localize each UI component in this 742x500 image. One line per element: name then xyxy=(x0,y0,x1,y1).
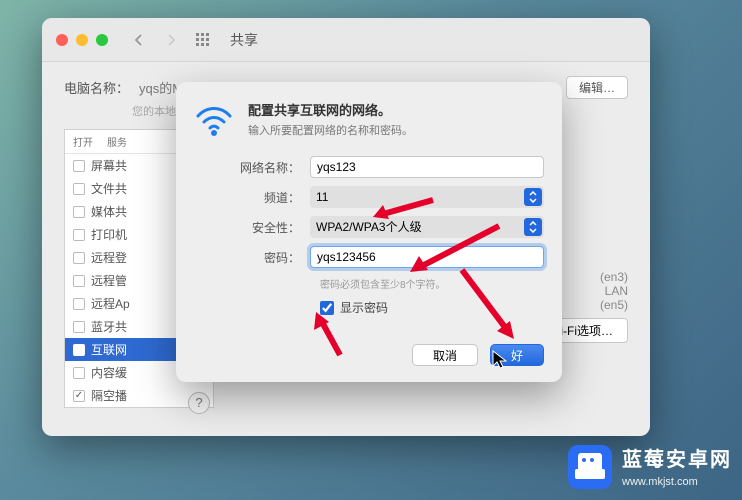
minimize-icon[interactable] xyxy=(76,34,88,46)
configure-network-sheet: 配置共享互联网的网络。 输入所要配置网络的名称和密码。 网络名称： 频道： 11… xyxy=(176,82,562,382)
watermark: 蓝莓安卓网www.mkjst.com xyxy=(568,443,732,490)
password-input[interactable] xyxy=(310,246,544,268)
watermark-logo-icon xyxy=(568,445,612,489)
zoom-icon[interactable] xyxy=(96,34,108,46)
computer-name-label: 电脑名称： xyxy=(64,78,129,97)
show-password-input[interactable] xyxy=(320,301,334,315)
cursor-icon xyxy=(492,350,508,370)
back-button[interactable] xyxy=(126,29,152,51)
forward-button[interactable] xyxy=(158,29,184,51)
grid-icon[interactable] xyxy=(190,29,216,51)
edit-button[interactable]: 编辑… xyxy=(566,76,628,99)
window-title: 共享 xyxy=(230,30,258,50)
wifi-icon xyxy=(194,100,234,140)
network-name-input[interactable] xyxy=(310,156,544,178)
security-select[interactable]: WPA2/WPA3个人级 xyxy=(310,216,544,238)
sheet-title: 配置共享互联网的网络。 xyxy=(248,100,413,119)
cancel-button[interactable]: 取消 xyxy=(412,344,478,366)
sheet-subtitle: 输入所要配置网络的名称和密码。 xyxy=(248,122,413,138)
help-button[interactable]: ? xyxy=(188,392,210,414)
close-icon[interactable] xyxy=(56,34,68,46)
titlebar: 共享 xyxy=(42,18,650,62)
channel-select[interactable]: 11 xyxy=(310,186,544,208)
password-note: 密码必须包含至少8个字符。 xyxy=(320,276,544,291)
show-password-checkbox[interactable]: 显示密码 xyxy=(320,299,544,316)
